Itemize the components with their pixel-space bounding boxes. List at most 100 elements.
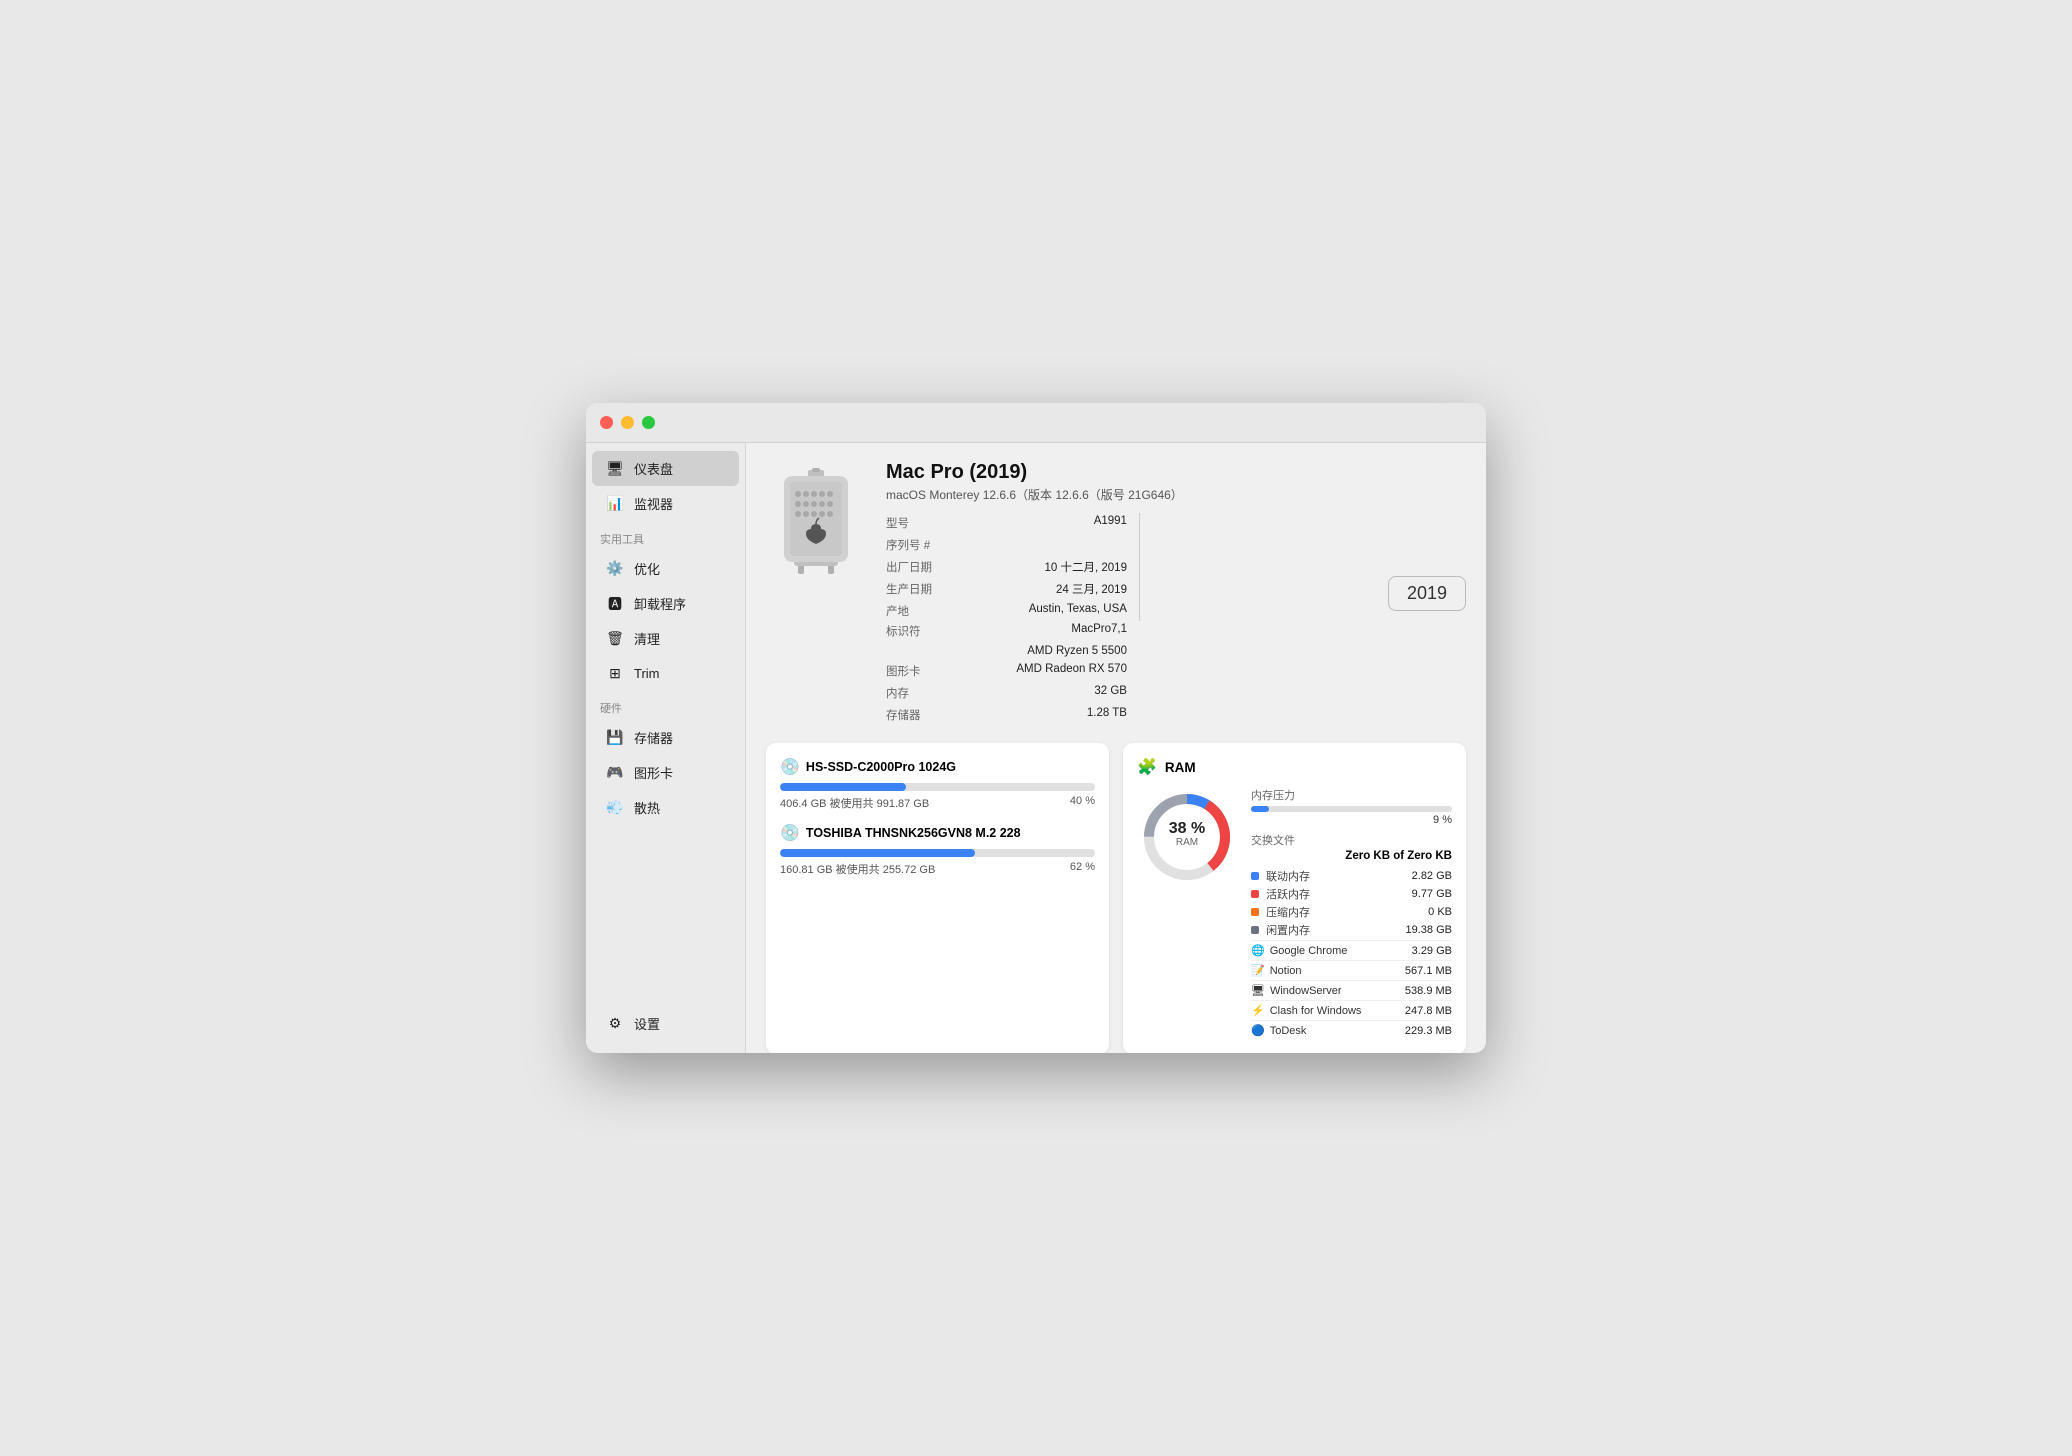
spec-value: 10 十二月, 2019 — [1045, 559, 1127, 575]
spec-row: 标识符 MacPro7,1 — [886, 621, 1127, 641]
content-area: Mac Pro (2019) macOS Monterey 12.6.6（版本 … — [746, 443, 1486, 1053]
storage-bar-fill-1 — [780, 783, 906, 791]
svg-text:38 %: 38 % — [1169, 820, 1205, 837]
optimize-icon: ⚙️ — [606, 560, 624, 578]
legend-dot — [1251, 908, 1259, 916]
pressure-pct: 9 % — [1251, 814, 1452, 826]
storage-label-1: 406.4 GB 被使用共 991.87 GB 40 % — [780, 795, 1095, 811]
storage-item-header-1: 💿 HS-SSD-C2000Pro 1024G — [780, 757, 1095, 777]
app-val-2: 538.9 MB — [1405, 985, 1452, 997]
spec-row: 内存 32 GB — [886, 683, 1127, 703]
app-icon: 📝 — [1251, 964, 1265, 977]
machine-details: Mac Pro (2019) macOS Monterey 12.6.6（版本 … — [886, 461, 1368, 725]
app-row-4: 🔵 ToDesk 229.3 MB — [1251, 1020, 1452, 1040]
spec-value: MacPro7,1 — [1071, 623, 1127, 639]
app-name: 🖥 WindowServer — [1251, 984, 1342, 997]
sidebar-item-trim[interactable]: ⊞ Trim — [592, 656, 739, 690]
app-val-0: 3.29 GB — [1412, 945, 1452, 957]
section-label-hardware: 硬件 — [586, 690, 745, 720]
storage-drive-name-2: TOSHIBA THNSNK256GVN8 M.2 228 — [806, 826, 1021, 840]
sidebar-label: 优化 — [634, 559, 660, 578]
app-name: ⚡ Clash for Windows — [1251, 1004, 1361, 1017]
sidebar-bottom: ⚙ 设置 — [586, 1006, 745, 1053]
legend-row-0: 联动内存 2.82 GB — [1251, 868, 1452, 884]
legend-dot — [1251, 872, 1259, 880]
specs-col-left: 型号 A1991 序列号 # 出厂日期 10 十二月, 2019 — [886, 513, 1127, 621]
storage-drive-icon: 💿 — [780, 757, 800, 777]
minimize-button[interactable] — [621, 416, 634, 429]
legend-val-1: 9.77 GB — [1412, 888, 1452, 900]
sidebar-item-monitor[interactable]: 📊 监视器 — [592, 486, 739, 521]
ram-card: 🧩 RAM — [1123, 743, 1466, 1053]
legend-left: 闲置内存 — [1251, 922, 1310, 938]
spec-label: 内存 — [886, 685, 909, 701]
storage-bar-2 — [780, 849, 1095, 857]
year-badge: 2019 — [1388, 576, 1466, 611]
legend-left: 压缩内存 — [1251, 904, 1310, 920]
spec-label: 生产日期 — [886, 581, 932, 597]
spec-row: 出厂日期 10 十二月, 2019 — [886, 557, 1127, 577]
sidebar-item-clean[interactable]: 🗑 清理 — [592, 621, 739, 656]
app-val-1: 567.1 MB — [1405, 965, 1452, 977]
app-row-3: ⚡ Clash for Windows 247.8 MB — [1251, 1000, 1452, 1020]
app-icon: ⚡ — [1251, 1004, 1265, 1017]
sidebar-item-settings[interactable]: ⚙ 设置 — [592, 1006, 739, 1041]
dashboard-icon: 🖥 — [606, 460, 624, 478]
legend-left: 联动内存 — [1251, 868, 1310, 884]
sidebar-item-optimize[interactable]: ⚙️ 优化 — [592, 551, 739, 586]
storage-used-2: 160.81 GB 被使用共 255.72 GB — [780, 861, 935, 877]
legend-dot — [1251, 890, 1259, 898]
sidebar: 🖥 仪表盘 📊 监视器 实用工具 ⚙️ 优化 🅰 卸载程序 🗑 清理 ⊞ — [586, 443, 746, 1053]
spec-value: 32 GB — [1094, 685, 1127, 701]
divider — [1139, 513, 1140, 621]
ram-right: 内存压力 9 % 交换文件 Zero KB of Zero KB — [1251, 787, 1452, 1040]
spec-row: 生产日期 24 三月, 2019 — [886, 579, 1127, 599]
spec-row: 产地 Austin, Texas, USA — [886, 601, 1127, 621]
app-name: 🔵 ToDesk — [1251, 1024, 1306, 1037]
ram-donut: 38 % RAM — [1137, 787, 1237, 1040]
spec-label: 图形卡 — [886, 663, 921, 679]
sidebar-item-dashboard[interactable]: 🖥 仪表盘 — [592, 451, 739, 486]
sidebar-item-label: 监视器 — [634, 494, 673, 513]
close-button[interactable] — [600, 416, 613, 429]
title-bar — [586, 403, 1486, 443]
sidebar-label: 清理 — [634, 629, 660, 648]
app-icon: 🌐 — [1251, 944, 1265, 957]
storage-pct-2: 62 % — [1070, 861, 1095, 877]
app-row-1: 📝 Notion 567.1 MB — [1251, 960, 1452, 980]
legend-val-2: 0 KB — [1428, 906, 1452, 918]
cards-grid: 💿 HS-SSD-C2000Pro 1024G 406.4 GB 被使用共 99… — [766, 743, 1466, 1053]
storage-item-2: 💿 TOSHIBA THNSNK256GVN8 M.2 228 160.81 G… — [780, 823, 1095, 877]
app-window: 🖥 仪表盘 📊 监视器 实用工具 ⚙️ 优化 🅰 卸载程序 🗑 清理 ⊞ — [586, 403, 1486, 1053]
app-icon: 🖥 — [1251, 984, 1265, 997]
pressure-label: 内存压力 — [1251, 787, 1452, 803]
sidebar-item-storage[interactable]: 💾 存储器 — [592, 720, 739, 755]
storage-icon: 💾 — [606, 729, 624, 747]
spec-label: 存储器 — [886, 707, 921, 723]
sidebar-item-cooling[interactable]: 💨 散热 — [592, 790, 739, 825]
app-icon: 🔵 — [1251, 1024, 1265, 1037]
spec-value: AMD Ryzen 5 5500 — [1027, 645, 1127, 657]
sidebar-item-label: 仪表盘 — [634, 459, 673, 478]
ram-card-header: 🧩 RAM — [1137, 757, 1452, 777]
legend-row-3: 闲置内存 19.38 GB — [1251, 922, 1452, 938]
spec-label: 标识符 — [886, 623, 921, 639]
spec-value: 1.28 TB — [1087, 707, 1127, 723]
machine-name: Mac Pro (2019) — [886, 461, 1368, 484]
machine-image — [766, 461, 866, 581]
spec-row: 序列号 # — [886, 535, 1127, 555]
sidebar-label: Trim — [634, 666, 660, 681]
spec-label: 序列号 # — [886, 537, 930, 553]
legend-left: 活跃内存 — [1251, 886, 1310, 902]
storage-bar-1 — [780, 783, 1095, 791]
app-val-4: 229.3 MB — [1405, 1025, 1452, 1037]
sidebar-item-gpu[interactable]: 🎮 图形卡 — [592, 755, 739, 790]
trim-icon: ⊞ — [606, 664, 624, 682]
swap-label: 交换文件 — [1251, 832, 1452, 848]
storage-bar-fill-2 — [780, 849, 975, 857]
storage-card: 💿 HS-SSD-C2000Pro 1024G 406.4 GB 被使用共 99… — [766, 743, 1109, 1053]
specs-col-right: 标识符 MacPro7,1 AMD Ryzen 5 5500 图形卡 AMD R… — [886, 621, 1127, 725]
sidebar-item-uninstall[interactable]: 🅰 卸载程序 — [592, 586, 739, 621]
fullscreen-button[interactable] — [642, 416, 655, 429]
spec-value: 24 三月, 2019 — [1056, 581, 1127, 597]
